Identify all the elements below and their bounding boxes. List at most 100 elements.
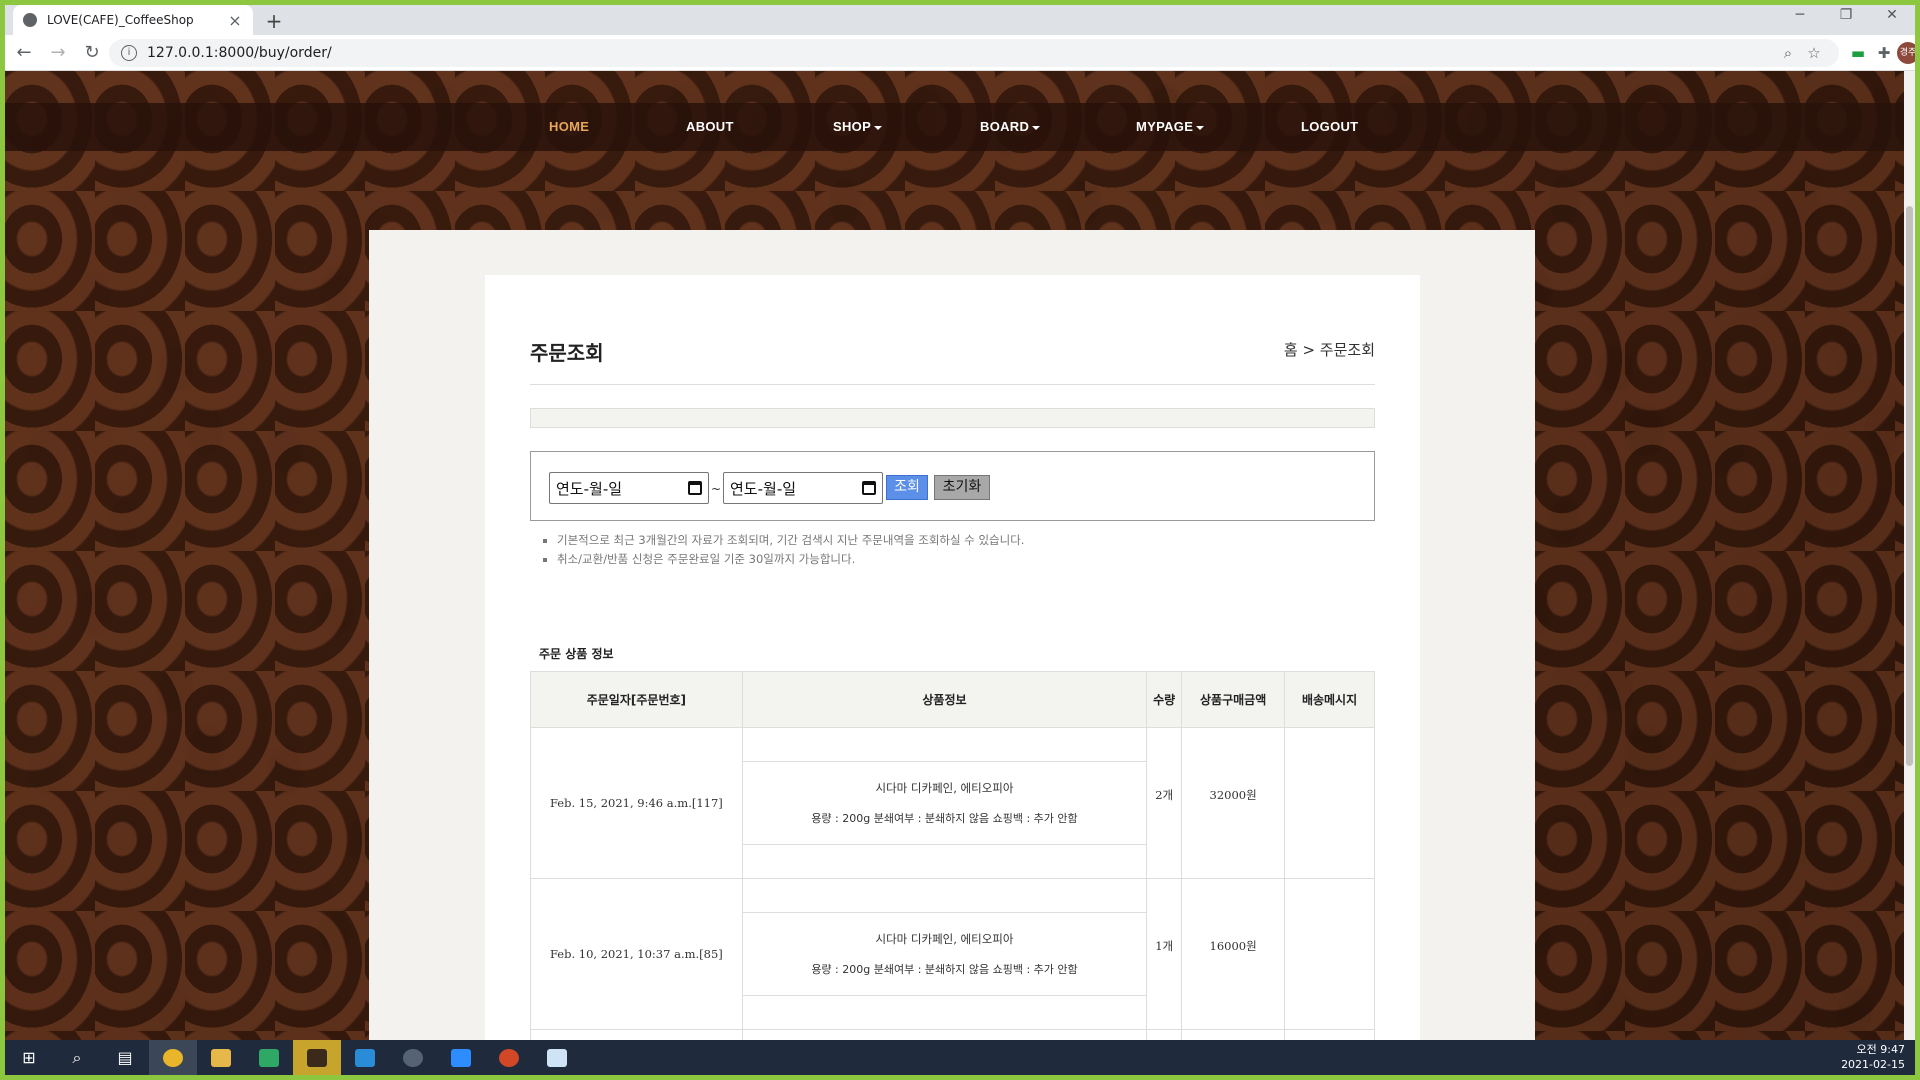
col-header-product: 상품정보 [741,671,1148,728]
table-row: Feb. 10, 2021, 10:37 a.m.[85] 시다마 디카페인, … [530,878,1375,1030]
info-bar [530,408,1375,428]
end-date-input[interactable]: 연도-월-일 [723,472,883,504]
product-cell: 시다마 디카페인, 에티오피아 용량 : 200g 분쇄여부 : 분쇄하지 않음… [741,727,1148,879]
zoom-icon[interactable]: ⌕ [1775,44,1801,62]
windows-start-icon[interactable]: ⊞ [5,1040,53,1075]
product-name[interactable]: 시다마 디카페인, 에티오피아 [743,780,1146,796]
nav-shop-label: SHOP [833,119,872,134]
content-inner-panel: 주문조회 홈 > 주문조회 연도-월-일 ~ 연도-월-일 조회 초기화 ▪ 기… [485,275,1420,1040]
url-text: 127.0.0.1:8000/buy/order/ [147,45,332,61]
section-title: 주문 상품 정보 [539,647,614,661]
app-icon[interactable] [389,1040,437,1075]
purchase-amount: 16000원 [1181,878,1286,1030]
powerpoint-icon[interactable] [485,1040,533,1075]
tab-title: LOVE(CAFE)_CoffeeShop [47,13,194,27]
search-icon[interactable]: ⌕ [53,1040,101,1075]
end-date-placeholder: 연도-월-일 [730,479,797,498]
start-date-input[interactable]: 연도-월-일 [549,472,709,504]
reload-icon[interactable]: ↻ [77,42,107,63]
table-header-row: 주문일자[주문번호] 상품정보 수량 상품구매금액 배송메시지 [530,671,1375,728]
col-header-order-date: 주문일자[주문번호] [530,671,743,728]
info-icon[interactable]: i [121,45,137,61]
window-controls: ─ ❐ ✕ [1777,7,1915,23]
close-icon[interactable]: × [227,11,243,30]
nav-mypage[interactable]: MYPAGE [1136,119,1205,134]
windows-taskbar: ⊞ ⌕ ▤ 오전 9:47 2021-02-15 [5,1040,1915,1075]
table-row [530,1029,1375,1040]
bookmark-star-icon[interactable]: ☆ [1801,44,1827,62]
date-range-separator: ~ [711,482,722,496]
delivery-message [1284,878,1375,1030]
order-date: Feb. 15, 2021, 9:46 a.m.[117] [530,727,743,879]
caret-down-icon [1196,125,1205,130]
product-cell: 시다마 디카페인, 에티오피아 용량 : 200g 분쇄여부 : 분쇄하지 않음… [741,878,1148,1030]
new-tab-button[interactable]: + [263,9,285,33]
caret-down-icon [874,125,883,130]
page-title: 주문조회 [530,341,604,365]
browser-window: LOVE(CAFE)_CoffeeShop × + ─ ❐ ✕ ← → ↻ i … [5,5,1915,1040]
browser-tab[interactable]: LOVE(CAFE)_CoffeeShop × [13,5,253,35]
purchase-amount: 32000원 [1181,727,1286,879]
calendar-icon[interactable] [688,481,702,495]
notes-app-icon[interactable] [533,1040,581,1075]
product-options: 용량 : 200g 분쇄여부 : 분쇄하지 않음 쇼핑백 : 추가 안함 [811,812,1078,825]
nav-board[interactable]: BOARD [980,119,1041,134]
nav-mypage-label: MYPAGE [1136,119,1194,134]
product-name[interactable]: 시다마 디카페인, 에티오피아 [743,931,1146,947]
delivery-message [1284,727,1375,879]
page-scrollbar[interactable] [1904,71,1915,1040]
calendar-icon[interactable] [862,481,876,495]
main-navigation: HOME ABOUT SHOP BOARD MYPAGE LOGOUT [5,103,1904,151]
chrome-icon[interactable] [149,1040,197,1075]
puzzle-icon[interactable]: ✚ [1871,44,1897,62]
tab-strip: LOVE(CAFE)_CoffeeShop × + ─ ❐ ✕ [5,5,1915,35]
vscode-icon[interactable] [341,1040,389,1075]
globe-icon [23,13,37,27]
clock-date: 2021-02-15 [1841,1058,1905,1071]
notice-item: 취소/교환/반품 신청은 주문완료일 기준 30일까지 가능합니다. [557,550,1024,569]
nav-home[interactable]: HOME [549,119,589,134]
orders-table: 주문일자[주문번호] 상품정보 수량 상품구매금액 배송메시지 Feb. 15,… [530,671,1375,1040]
task-view-icon[interactable]: ▤ [101,1040,149,1075]
nav-board-label: BOARD [980,119,1030,134]
address-bar[interactable]: i 127.0.0.1:8000/buy/order/ ⌕ ☆ [109,39,1839,67]
content-outer-panel: 주문조회 홈 > 주문조회 연도-월-일 ~ 연도-월-일 조회 초기화 ▪ 기… [369,230,1535,1040]
clock-time: 오전 9:47 [1856,1043,1905,1056]
scrollbar-thumb[interactable] [1906,206,1913,766]
start-date-placeholder: 연도-월-일 [556,479,623,498]
nav-about[interactable]: ABOUT [686,119,734,134]
table-row: Feb. 15, 2021, 9:46 a.m.[117] 시다마 디카페인, … [530,727,1375,879]
close-window-icon[interactable]: ✕ [1869,7,1915,23]
maps-app-icon[interactable] [245,1040,293,1075]
extension-icon[interactable]: ▬ [1845,44,1871,62]
browser-toolbar: ← → ↻ i 127.0.0.1:8000/buy/order/ ⌕ ☆ ▬ … [5,35,1915,71]
search-button[interactable]: 조회 [886,475,928,500]
restore-icon[interactable]: ❐ [1823,7,1869,23]
order-date: Feb. 10, 2021, 10:37 a.m.[85] [530,878,743,1030]
back-icon[interactable]: ← [9,42,39,63]
notice-item: 기본적으로 최근 3개월간의 자료가 조회되며, 기간 검색시 지난 주문내역을… [557,531,1024,550]
product-options: 용량 : 200g 분쇄여부 : 분쇄하지 않음 쇼핑백 : 추가 안함 [811,963,1078,976]
col-header-message: 배송메시지 [1284,671,1375,728]
caret-down-icon [1032,125,1041,130]
nav-logout[interactable]: LOGOUT [1301,119,1358,134]
page-viewport: HOME ABOUT SHOP BOARD MYPAGE LOGOUT 주문조회… [5,71,1904,1040]
profile-avatar[interactable]: 경주 [1897,42,1915,64]
quantity: 2개 [1146,727,1183,879]
minimize-icon[interactable]: ─ [1777,7,1823,23]
divider [530,384,1375,385]
avatar: 경주 [1897,42,1915,64]
nav-shop[interactable]: SHOP [833,119,883,134]
reset-button[interactable]: 초기화 [934,475,990,500]
zoom-app-icon[interactable] [437,1040,485,1075]
system-clock[interactable]: 오전 9:47 2021-02-15 [1841,1042,1905,1072]
extensions-area: ▬ ✚ 경주 [1845,39,1915,67]
forward-icon[interactable]: → [43,42,73,63]
notice-list: 기본적으로 최근 3개월간의 자료가 조회되며, 기간 검색시 지난 주문내역을… [545,531,1024,569]
col-header-price: 상품구매금액 [1181,671,1286,728]
col-header-quantity: 수량 [1146,671,1183,728]
date-search-box: 연도-월-일 ~ 연도-월-일 조회 초기화 [530,451,1375,521]
kakaotalk-icon[interactable] [293,1040,341,1075]
quantity: 1개 [1146,878,1183,1030]
file-explorer-icon[interactable] [197,1040,245,1075]
